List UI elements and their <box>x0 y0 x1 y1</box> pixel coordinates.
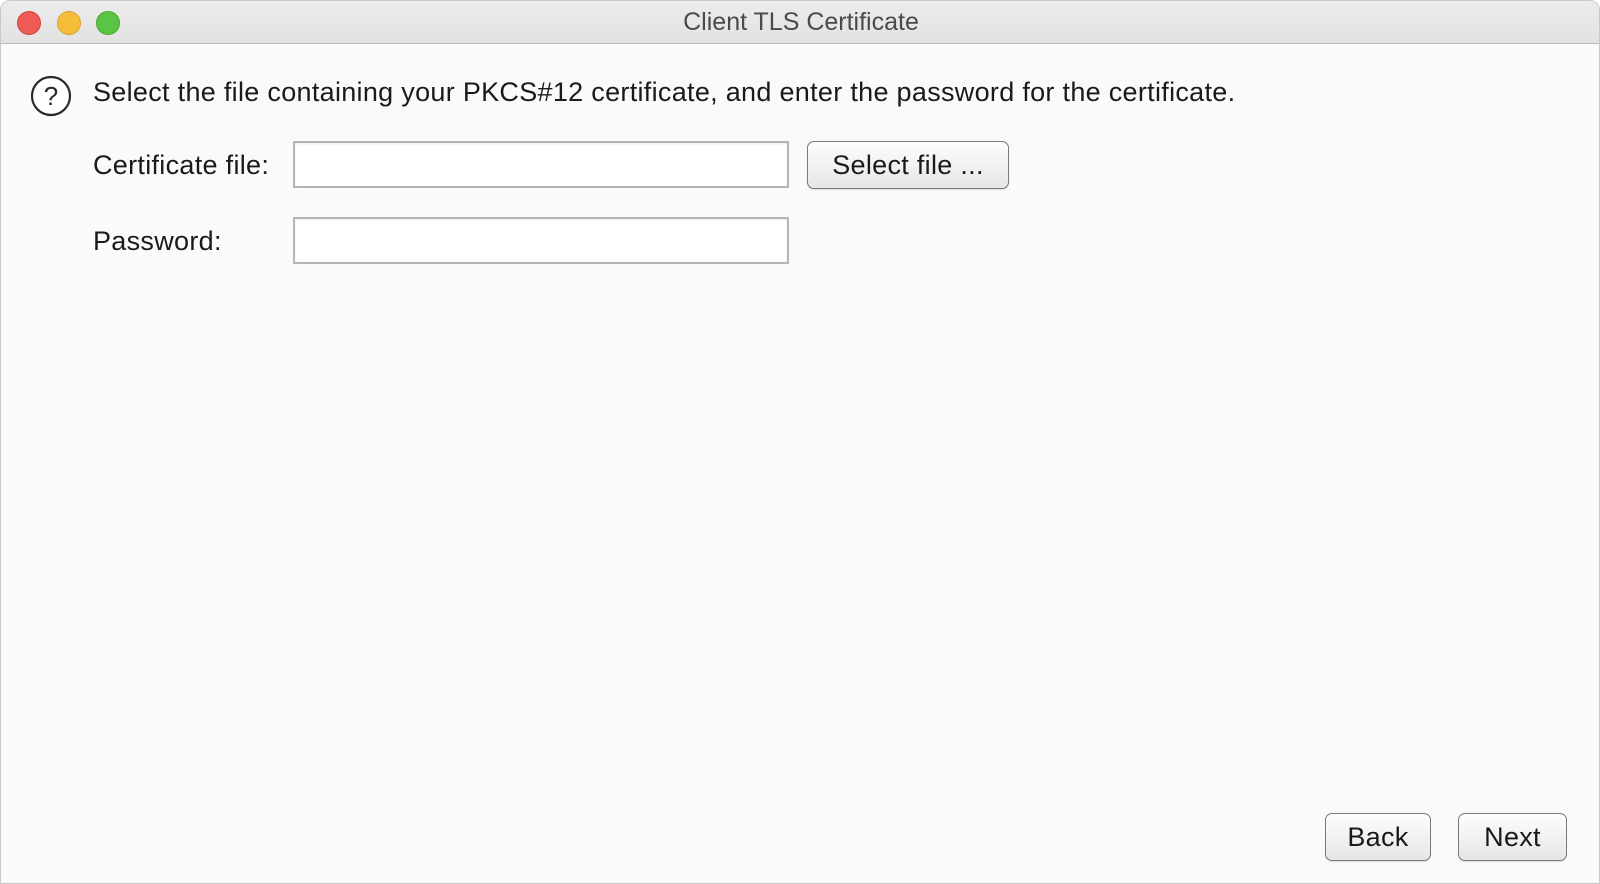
instruction-text: Select the file containing your PKCS#12 … <box>93 77 1236 107</box>
certificate-file-input[interactable] <box>293 141 789 188</box>
password-field[interactable] <box>293 217 789 264</box>
select-file-button[interactable]: Select file ... <box>807 141 1009 189</box>
svg-text:?: ? <box>44 81 58 111</box>
window-title: Client TLS Certificate <box>683 8 919 36</box>
certificate-file-label: Certificate file: <box>93 150 270 180</box>
password-label: Password: <box>93 226 222 256</box>
dialog-window: Client TLS Certificate ? Select the file… <box>0 0 1600 884</box>
back-button[interactable]: Back <box>1325 813 1431 861</box>
next-button[interactable]: Next <box>1458 813 1567 861</box>
title-bar: Client TLS Certificate <box>1 1 1599 44</box>
help-icon: ? <box>30 75 72 117</box>
